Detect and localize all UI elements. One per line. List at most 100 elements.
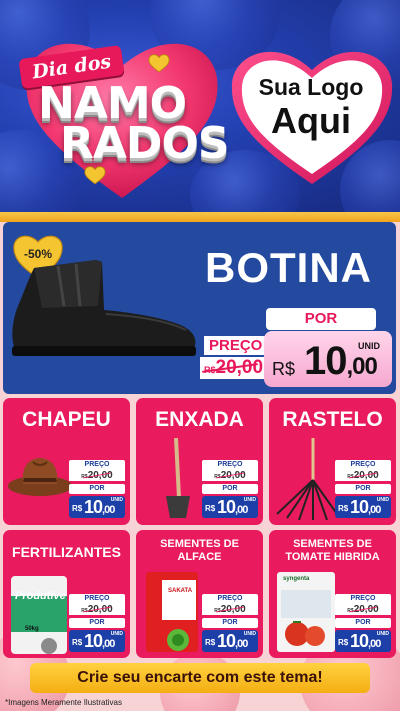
bag-weight: 50kg [25,626,39,632]
price-tag: PREÇO R$20,00 POR UNID R$ 10,00 [335,460,391,518]
product-name: FERTILIZANTES [12,544,121,560]
product-name: SEMENTES DE TOMATE HIBRIDA [269,538,396,564]
logo-line-1: Sua Logo [258,74,364,100]
product-card-fertilizantes[interactable]: FERTILIZANTES Produtive 50kg PREÇO R$20,… [3,530,130,658]
old-price: R$20,00 [69,604,125,615]
product-name-line-2: ALFACE [177,551,222,563]
price-tag: PREÇO R$20,00 POR UNID R$ 10,00 [69,460,125,518]
product-card-sementes-alface[interactable]: SEMENTES DE ALFACE SAKATA PREÇO R$20,00 … [136,530,263,658]
preco-label: PREÇO [204,336,268,355]
rake-icon [276,438,338,520]
price: UNID R$ 10,00 [69,496,125,518]
packet-brand: SAKATA [168,588,193,594]
seed-packet-icon [146,572,198,652]
old-price-value: 20,00 [220,470,246,481]
old-price: R$20,00 [202,470,258,481]
fertilizer-bag-icon [11,576,67,654]
old-price-value: 20,00 [87,604,113,615]
bag-brand: Produtive [15,590,66,602]
price-cents: ,00 [235,638,248,650]
product-name: CHAPEU [22,408,111,431]
por-label: POR [202,618,258,628]
old-price-value: 20,00 [87,470,113,481]
old-price: R$20,00 [335,470,391,481]
product-name: RASTELO [282,408,383,431]
disclaimer-text: *Imagens Meramente Ilustrativas [5,698,122,707]
por-label: POR [335,618,391,628]
price-tag: PREÇO R$20,00 POR UNID R$ 10,00 [202,594,258,652]
preco-label: PREÇO [335,594,391,604]
currency: R$ [272,359,296,379]
price-cents: ,00 [102,504,115,516]
product-card-rastelo[interactable]: RASTELO PREÇO R$20,00 POR UNID R$ 10,00 [269,398,396,525]
price-cents: ,00 [368,504,381,516]
old-price: R$20,00 [202,604,258,615]
product-name-line-1: SEMENTES DE [293,538,372,550]
por-label: POR [335,484,391,494]
price-int: 10 [304,339,347,383]
price: UNID R$ 10,00 [69,630,125,652]
por-label: POR [69,618,125,628]
product-name: SEMENTES DE ALFACE [136,538,263,564]
currency: R$ [72,504,83,513]
product-card-sementes-tomate[interactable]: SEMENTES DE TOMATE HIBRIDA syngenta PREÇ… [269,530,396,658]
product-name: ENXADA [155,408,244,431]
preco-label: PREÇO [202,460,258,470]
price-cents: ,00 [368,638,381,650]
create-flyer-button[interactable]: Crie seu encarte com este tema! [30,663,370,693]
featured-product-name: BOTINA [205,244,372,291]
price: UNID R$ 10,00 [335,630,391,652]
price-int: 10 [350,631,369,651]
hoe-icon [166,437,190,518]
old-price: R$20,00 [69,470,125,481]
old-price-value: 20,00 [220,604,246,615]
old-price-value: 20,00 [353,470,379,481]
product-name-line-1: SEMENTES DE [160,538,239,550]
hat-icon [8,458,72,496]
preco-label: PREÇO [69,460,125,470]
product-card-chapeu[interactable]: CHAPEU PREÇO R$20,00 POR UNID R$ 10,00 [3,398,130,525]
price-cents: ,00 [346,353,378,380]
price-value: 10,00 [304,339,378,384]
currency: R$ [338,504,349,513]
currency: R$ [205,504,216,513]
price-cents: ,00 [235,504,248,516]
price: UNID R$ 10,00 [335,496,391,518]
product-card-enxada[interactable]: ENXADA PREÇO R$20,00 POR UNID R$ 10,00 [136,398,263,525]
currency: R$ [338,638,349,647]
packet-brand: syngenta [283,576,310,582]
old-price: R$20,00 [335,604,391,615]
preco-label: PREÇO [335,460,391,470]
title-line-2: RADOS [60,118,230,169]
price-int: 10 [217,497,236,517]
seed-packet-icon [277,572,335,652]
logo-placeholder[interactable]: Sua Logo Aqui [236,74,386,141]
product-name-line-2: TOMATE HIBRIDA [285,551,380,563]
featured-price: UNID R$ 10,00 [264,331,392,387]
preco-label: PREÇO [69,594,125,604]
event-title: Dia dos NAMO RADOS [10,40,230,180]
price-int: 10 [350,497,369,517]
price-cents: ,00 [102,638,115,650]
price-int: 10 [84,497,103,517]
gold-border [0,212,400,222]
por-label: POR [69,484,125,494]
logo-line-2: Aqui [271,100,351,141]
preco-label: PREÇO [202,594,258,604]
currency: R$ [205,638,216,647]
gold-heart-icon [148,54,170,73]
gold-heart-icon [84,166,106,185]
currency: R$ [72,638,83,647]
old-price: R$20,00 [200,357,268,379]
por-label: POR [202,484,258,494]
boot-icon [12,260,196,356]
price: UNID R$ 10,00 [202,496,258,518]
por-label: POR [266,308,376,330]
old-price-value: 20,00 [353,604,379,615]
price-int: 10 [217,631,236,651]
price-tag: PREÇO R$20,00 POR UNID R$ 10,00 [202,460,258,518]
price-tag: PREÇO R$20,00 POR UNID R$ 10,00 [69,594,125,652]
price: UNID R$ 10,00 [202,630,258,652]
price-int: 10 [84,631,103,651]
price-tag: PREÇO R$20,00 POR UNID R$ 10,00 [335,594,391,652]
